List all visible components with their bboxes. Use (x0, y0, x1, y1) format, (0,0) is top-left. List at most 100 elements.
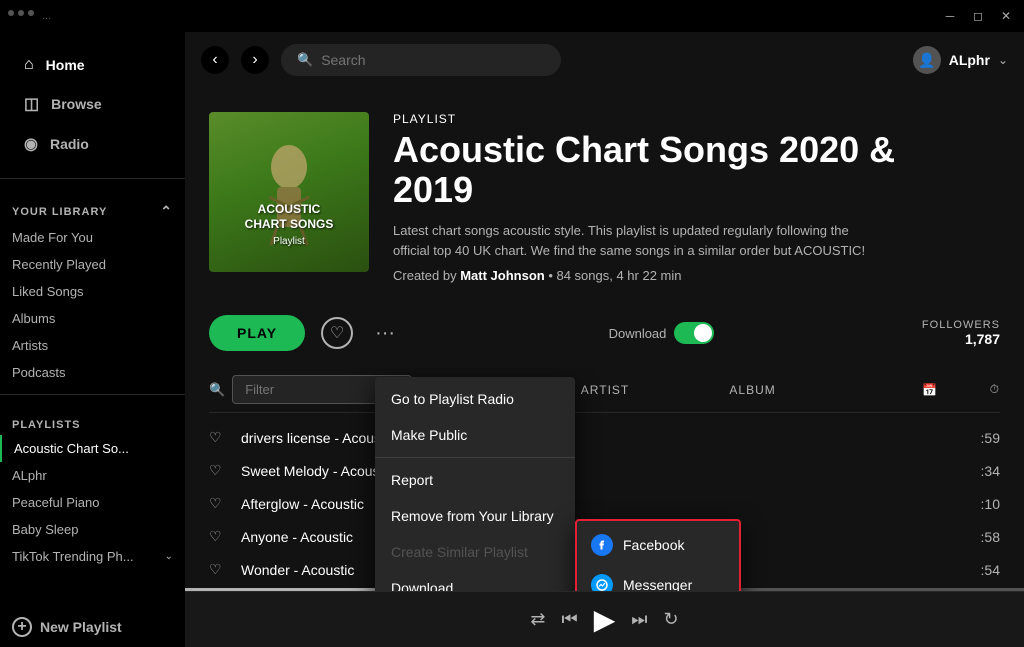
sidebar-divider-1 (0, 178, 185, 179)
track-list-area: 🔍 TITLE ARTIST ALBUM 📅 ⏱ ♡ drivers licen… (185, 367, 1024, 591)
download-toggle[interactable]: Download (609, 322, 715, 344)
close-button[interactable]: ✕ (996, 6, 1016, 26)
heart-icon[interactable]: ♡ (209, 561, 229, 578)
sidebar-item-made-for-you[interactable]: Made For You (0, 224, 185, 251)
back-button[interactable]: ‹ (201, 46, 229, 74)
filter-icon: 🔍 (209, 382, 226, 398)
play-button[interactable]: PLAY (209, 315, 305, 351)
playlist-item-2[interactable]: Peaceful Piano (0, 489, 185, 516)
user-name: ALphr (949, 52, 990, 68)
sidebar-item-radio[interactable]: ◉ Radio (12, 126, 173, 162)
sidebar-item-recently-played[interactable]: Recently Played (0, 251, 185, 278)
repeat-button[interactable]: ↻ (663, 609, 678, 630)
heart-icon[interactable]: ♡ (209, 528, 229, 545)
table-row[interactable]: ♡ Sweet Melody - Acoustic Version Little… (209, 454, 1000, 487)
playback-bar: ⇄ ⏮ ▶ ⏭ ↻ (185, 591, 1024, 647)
playlist-type: PLAYLIST (393, 112, 895, 126)
share-item-messenger[interactable]: Messenger (577, 565, 739, 591)
user-area[interactable]: 👤 ALphr ⌄ (913, 46, 1008, 74)
browse-icon: ◫ (24, 94, 39, 114)
radio-icon: ◉ (24, 134, 38, 154)
scroll-down-icon: ⌄ (165, 551, 173, 562)
table-row[interactable]: ♡ Afterglow - Acoustic Jonah E... :10 (209, 487, 1000, 520)
sidebar-home-label: Home (46, 57, 85, 73)
context-menu-item-playlist-radio[interactable]: Go to Playlist Radio (375, 381, 575, 417)
new-playlist-label: New Playlist (40, 619, 122, 635)
new-playlist-button[interactable]: + New Playlist (0, 607, 185, 647)
heart-icon[interactable]: ♡ (209, 495, 229, 512)
context-menu-item-create-similar: Create Similar Playlist (375, 534, 575, 570)
track-duration: :34 (950, 463, 1000, 479)
sidebar-item-home[interactable]: ⌂ Home (12, 48, 173, 82)
playlist-item-3[interactable]: Baby Sleep (0, 516, 185, 543)
more-options-button[interactable]: ··· (369, 317, 401, 349)
col-artist-header: ARTIST (581, 383, 718, 397)
home-icon: ⌂ (24, 56, 34, 74)
next-button[interactable]: ⏭ (631, 609, 647, 630)
sidebar-item-liked-songs[interactable]: Liked Songs (0, 278, 185, 305)
context-menu-item-download[interactable]: Download (375, 570, 575, 591)
maximize-button[interactable]: ◻ (968, 6, 988, 26)
heart-icon[interactable]: ♡ (209, 462, 229, 479)
sidebar-item-albums[interactable]: Albums (0, 305, 185, 332)
minimize-button[interactable]: ─ (940, 6, 960, 26)
context-menu: Go to Playlist Radio Make Public Report … (375, 377, 575, 591)
track-duration: :59 (950, 430, 1000, 446)
sidebar-item-browse[interactable]: ◫ Browse (12, 86, 173, 122)
heart-icon[interactable]: ♡ (209, 429, 229, 446)
facebook-icon (591, 534, 613, 556)
new-playlist-plus-icon: + (12, 617, 32, 637)
col-album-header: ALBUM (729, 383, 866, 397)
sidebar-item-artists[interactable]: Artists (0, 332, 185, 359)
search-input[interactable] (321, 52, 545, 68)
sidebar-divider-2 (0, 394, 185, 395)
window-dots: ... (8, 10, 51, 22)
context-menu-item-make-public[interactable]: Make Public (375, 417, 575, 453)
download-label: Download (609, 326, 667, 341)
playlist-item-4[interactable]: TikTok Trending Ph... ⌄ (0, 543, 185, 570)
playlist-item-0[interactable]: Acoustic Chart So... (0, 435, 185, 462)
followers-info: FOLLOWERS 1,787 (922, 319, 1000, 347)
track-list-header: 🔍 TITLE ARTIST ALBUM 📅 ⏱ (209, 367, 1000, 413)
col-duration-header: ⏱ (950, 382, 1000, 397)
playlists-section-label: PLAYLISTS (0, 403, 185, 435)
context-menu-item-remove-library[interactable]: Remove from Your Library (375, 498, 575, 534)
table-row[interactable]: ♡ drivers license - Acoustic Matt Jo... … (209, 421, 1000, 454)
track-duration: :54 (950, 562, 1000, 578)
sidebar: ⌂ Home ◫ Browse ◉ Radio YOUR LIBRARY ⌃ M… (0, 32, 185, 647)
shuffle-button[interactable]: ⇄ (530, 609, 545, 630)
playlist-header: ACOUSTIC CHART SONGS Playlist PLAYLIST A… (185, 88, 1024, 299)
window-controls[interactable]: ─ ◻ ✕ (940, 6, 1016, 26)
track-duration: :58 (950, 529, 1000, 545)
playlist-actions: PLAY ♡ ··· Download FOLLOWERS 1,787 (185, 299, 1024, 367)
like-button[interactable]: ♡ (321, 317, 353, 349)
search-bar[interactable]: 🔍 (281, 44, 561, 76)
cover-image: ACOUSTIC CHART SONGS Playlist (209, 112, 369, 272)
top-bar: ‹ › 🔍 👤 ALphr ⌄ (185, 32, 1024, 88)
cover-text: ACOUSTIC CHART SONGS Playlist (209, 202, 369, 248)
library-chevron-icon: ⌃ (160, 203, 173, 220)
forward-button[interactable]: › (241, 46, 269, 74)
download-toggle-switch[interactable] (674, 322, 714, 344)
playlist-item-1[interactable]: ALphr (0, 462, 185, 489)
app-body: ⌂ Home ◫ Browse ◉ Radio YOUR LIBRARY ⌃ M… (0, 32, 1024, 647)
share-item-facebook[interactable]: Facebook (577, 525, 739, 565)
context-divider-1 (375, 457, 575, 458)
sidebar-browse-label: Browse (51, 96, 102, 112)
sidebar-item-podcasts[interactable]: Podcasts (0, 359, 185, 386)
toggle-knob (694, 324, 712, 342)
library-items: Made For You Recently Played Liked Songs… (0, 224, 185, 386)
playlist-meta: Created by Matt Johnson • 84 songs, 4 hr… (393, 268, 895, 283)
facebook-label: Facebook (623, 537, 684, 553)
context-menu-item-report[interactable]: Report (375, 462, 575, 498)
messenger-label: Messenger (623, 577, 692, 591)
main-content: ‹ › 🔍 👤 ALphr ⌄ (185, 32, 1024, 647)
dots-label: ... (42, 10, 51, 22)
messenger-icon (591, 574, 613, 591)
playlist-description: Latest chart songs acoustic style. This … (393, 221, 873, 260)
user-chevron-icon: ⌄ (998, 53, 1008, 67)
playlist-title: Acoustic Chart Songs 2020 &2019 (393, 130, 895, 209)
library-section-label: YOUR LIBRARY ⌃ (0, 187, 185, 224)
prev-button[interactable]: ⏮ (562, 609, 578, 630)
play-pause-button[interactable]: ▶ (594, 603, 616, 636)
